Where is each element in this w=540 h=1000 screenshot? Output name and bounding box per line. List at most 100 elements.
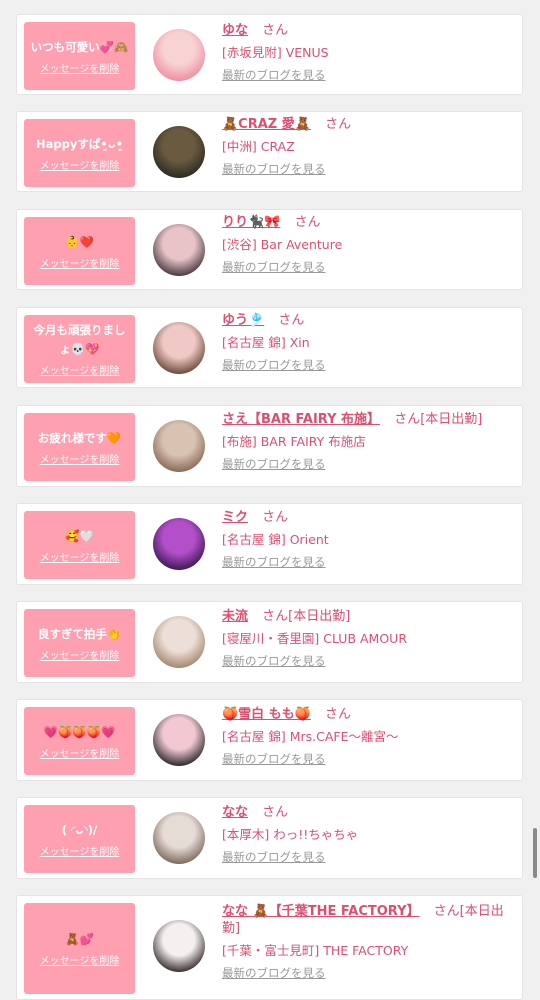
shop-label: [寝屋川・香里園] CLUB AMOUR: [222, 631, 408, 646]
cast-info: りり🐈‍⬛🎀 さん [渋谷] Bar Aventure 最新のブログを見る: [222, 214, 514, 275]
delete-message-link[interactable]: メッセージを削除: [40, 157, 120, 172]
avatar[interactable]: [153, 812, 205, 864]
message-card: お疲れ様です🧡 メッセージを削除 さえ【BAR FAIRY 布施】 さん[本日出…: [16, 405, 523, 487]
honorific: さん: [325, 707, 352, 722]
avatar[interactable]: [153, 420, 205, 472]
delete-message-link[interactable]: メッセージを削除: [40, 843, 120, 858]
message-text: 💗🍑🍑🍑💗: [43, 724, 116, 739]
cast-name-link[interactable]: ゆう🎐: [222, 313, 264, 328]
cast-name-link[interactable]: さえ【BAR FAIRY 布施】: [222, 412, 380, 427]
latest-blog-link[interactable]: 最新のブログを見る: [222, 554, 514, 570]
message-box: 良すぎて拍手👏 メッセージを削除: [24, 609, 135, 677]
delete-message-link[interactable]: メッセージを削除: [40, 549, 120, 564]
message-box: 🥰🤍 メッセージを削除: [24, 511, 135, 579]
latest-blog-link[interactable]: 最新のブログを見る: [222, 357, 514, 373]
avatar[interactable]: [153, 126, 205, 178]
cast-name-link[interactable]: なな 🧸【千葉THE FACTORY】: [222, 904, 420, 919]
message-card: 良すぎて拍手👏 メッセージを削除 未流 さん[本日出勤] [寝屋川・香里園] C…: [16, 601, 523, 683]
latest-blog-link[interactable]: 最新のブログを見る: [222, 965, 514, 981]
cast-name-link[interactable]: 未流: [222, 609, 248, 624]
delete-message-link[interactable]: メッセージを削除: [40, 745, 120, 760]
honorific: さん: [262, 510, 289, 525]
shop-label: [本厚木] わっ!!ちゃちゃ: [222, 827, 359, 842]
cast-name-link[interactable]: ミク: [222, 510, 248, 525]
cast-info: ミク さん [名古屋 錦] Orient 最新のブログを見る: [222, 509, 514, 570]
honorific: さん: [325, 117, 352, 132]
cast-name-link[interactable]: ゆな: [222, 23, 248, 38]
shop-label: [渋谷] Bar Aventure: [222, 237, 343, 252]
shop-label: [名古屋 錦] Mrs.CAFE〜離宮〜: [222, 729, 399, 744]
message-card: ( ◜ᴗ◝)/ メッセージを削除 なな さん [本厚木] わっ!!ちゃちゃ 最新…: [16, 797, 523, 879]
avatar[interactable]: [153, 322, 205, 374]
message-card: 🧸💕 メッセージを削除 なな 🧸【千葉THE FACTORY】 さん[本日出勤]…: [16, 895, 523, 1000]
message-box: 👶❤️ メッセージを削除: [24, 217, 135, 285]
message-box: 🧸💕 メッセージを削除: [24, 903, 135, 994]
honorific: さん: [262, 23, 289, 38]
avatar[interactable]: [153, 714, 205, 766]
latest-blog-link[interactable]: 最新のブログを見る: [222, 751, 514, 767]
cast-info: なな さん [本厚木] わっ!!ちゃちゃ 最新のブログを見る: [222, 804, 514, 865]
honorific: さん: [278, 313, 305, 328]
message-text: ( ◜ᴗ◝)/: [61, 822, 98, 837]
message-box: ( ◜ᴗ◝)/ メッセージを削除: [24, 805, 135, 873]
message-text: Happyすぱ•͈ᴗ•͈: [36, 136, 123, 151]
message-box: いつも可愛い💞🙈 メッセージを削除: [24, 22, 135, 90]
message-text: 👶❤️: [65, 234, 94, 249]
delete-message-link[interactable]: メッセージを削除: [40, 255, 120, 270]
latest-blog-link[interactable]: 最新のブログを見る: [222, 456, 514, 472]
message-box: お疲れ様です🧡 メッセージを削除: [24, 413, 135, 481]
honorific: さん[本日出勤]: [394, 412, 483, 427]
message-card: いつも可愛い💞🙈 メッセージを削除 ゆな さん [赤坂見附] VENUS 最新の…: [16, 14, 523, 95]
cast-info: さえ【BAR FAIRY 布施】 さん[本日出勤] [布施] BAR FAIRY…: [222, 411, 514, 472]
avatar[interactable]: [153, 224, 205, 276]
message-text: 🧸💕: [65, 932, 94, 946]
cast-info: なな 🧸【千葉THE FACTORY】 さん[本日出勤] [千葉・富士見町] T…: [222, 903, 514, 981]
message-card: 🥰🤍 メッセージを削除 ミク さん [名古屋 錦] Orient 最新のブログを…: [16, 503, 523, 585]
latest-blog-link[interactable]: 最新のブログを見る: [222, 849, 514, 865]
message-text: いつも可愛い💞🙈: [30, 39, 129, 54]
avatar[interactable]: [153, 29, 205, 81]
message-text: お疲れ様です🧡: [37, 430, 122, 445]
cast-name-link[interactable]: りり🐈‍⬛🎀: [222, 215, 280, 230]
delete-message-link[interactable]: メッセージを削除: [40, 647, 120, 662]
message-text: 良すぎて拍手👏: [37, 626, 122, 641]
scrollbar[interactable]: [533, 828, 537, 878]
shop-label: [名古屋 錦] Orient: [222, 532, 329, 547]
latest-blog-link[interactable]: 最新のブログを見る: [222, 653, 514, 669]
name-line: ゆう🎐 さん: [222, 312, 514, 329]
avatar[interactable]: [153, 518, 205, 570]
latest-blog-link[interactable]: 最新のブログを見る: [222, 259, 514, 275]
avatar[interactable]: [153, 616, 205, 668]
delete-message-link[interactable]: メッセージを削除: [40, 952, 120, 967]
honorific: さん: [262, 805, 289, 820]
message-box: 今月も頑張りましょ💀💖 メッセージを削除: [24, 315, 135, 383]
cast-info: 🍑雪白 もも🍑 さん [名古屋 錦] Mrs.CAFE〜離宮〜 最新のブログを見…: [222, 706, 514, 767]
message-text: 今月も頑張りましょ💀💖: [33, 323, 126, 356]
shop-label: [千葉・富士見町] THE FACTORY: [222, 943, 409, 958]
name-line: 🧸CRAZ 愛🧸 さん: [222, 116, 514, 133]
cast-name-link[interactable]: 🍑雪白 もも🍑: [222, 707, 311, 722]
name-line: なな 🧸【千葉THE FACTORY】 さん[本日出勤]: [222, 903, 514, 937]
name-line: 🍑雪白 もも🍑 さん: [222, 706, 514, 723]
name-line: りり🐈‍⬛🎀 さん: [222, 214, 514, 231]
avatar[interactable]: [153, 920, 205, 972]
message-text: 🥰🤍: [65, 528, 94, 543]
shop-label: [中洲] CRAZ: [222, 139, 295, 154]
name-line: ゆな さん: [222, 22, 514, 39]
latest-blog-link[interactable]: 最新のブログを見る: [222, 67, 514, 83]
message-card: Happyすぱ•͈ᴗ•͈ メッセージを削除 🧸CRAZ 愛🧸 さん [中洲] C…: [16, 111, 523, 192]
delete-message-link[interactable]: メッセージを削除: [40, 362, 120, 377]
cast-name-link[interactable]: なな: [222, 805, 248, 820]
cast-info: 未流 さん[本日出勤] [寝屋川・香里園] CLUB AMOUR 最新のブログを…: [222, 608, 514, 669]
message-card: 今月も頑張りましょ💀💖 メッセージを削除 ゆう🎐 さん [名古屋 錦] Xin …: [16, 307, 523, 388]
name-line: ミク さん: [222, 509, 514, 526]
cast-info: ゆな さん [赤坂見附] VENUS 最新のブログを見る: [222, 22, 514, 83]
shop-label: [布施] BAR FAIRY 布施店: [222, 434, 366, 449]
honorific: さん[本日出勤]: [262, 609, 351, 624]
name-line: さえ【BAR FAIRY 布施】 さん[本日出勤]: [222, 411, 514, 428]
delete-message-link[interactable]: メッセージを削除: [40, 60, 120, 75]
latest-blog-link[interactable]: 最新のブログを見る: [222, 161, 514, 177]
message-box: Happyすぱ•͈ᴗ•͈ メッセージを削除: [24, 119, 135, 187]
cast-name-link[interactable]: 🧸CRAZ 愛🧸: [222, 117, 311, 132]
delete-message-link[interactable]: メッセージを削除: [40, 451, 120, 466]
